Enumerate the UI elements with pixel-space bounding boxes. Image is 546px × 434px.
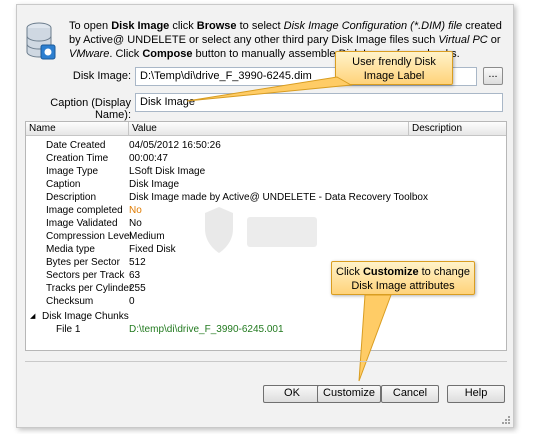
attributes-grid: Name Value Description Date Created 04/05…	[25, 121, 507, 351]
browse-button[interactable]: ...	[483, 67, 503, 85]
ok-button[interactable]: OK	[263, 385, 321, 403]
table-row[interactable]: Image completed No	[26, 204, 506, 217]
table-row[interactable]: Image Validated No	[26, 217, 506, 230]
label-hint-callout-pointer	[186, 76, 353, 102]
cancel-button[interactable]: Cancel	[381, 385, 439, 403]
customize-callout: Click Customize to change Disk Image att…	[331, 261, 475, 295]
divider	[25, 361, 507, 362]
customize-callout-pointer	[358, 294, 392, 382]
help-button[interactable]: Help	[447, 385, 505, 403]
file-path: D:\temp\di\drive_F_3990-6245.001	[129, 324, 284, 335]
collapse-toggle-icon[interactable]: ◢	[30, 310, 35, 323]
file-name: File 1	[56, 324, 81, 335]
table-row[interactable]: Creation Time 00:00:47	[26, 152, 506, 165]
table-row[interactable]: Image Type LSoft Disk Image	[26, 165, 506, 178]
table-row[interactable]: Date Created 04/05/2012 16:50:26	[26, 139, 506, 152]
column-header-description[interactable]: Description	[409, 122, 506, 136]
group-label: Disk Image Chunks	[42, 311, 129, 322]
column-header-value[interactable]: Value	[129, 122, 409, 136]
table-row[interactable]: Media type Fixed Disk	[26, 243, 506, 256]
disk-image-label: Disk Image:	[72, 70, 131, 82]
table-row-file[interactable]: File 1 D:\temp\di\drive_F_3990-6245.001	[26, 323, 506, 336]
table-row[interactable]: Checksum 0	[26, 295, 506, 308]
grid-header: Name Value Description	[26, 122, 506, 136]
customize-button[interactable]: Customize	[317, 385, 381, 403]
table-row[interactable]: Description Disk Image made by Active@ UN…	[26, 191, 506, 204]
column-header-name[interactable]: Name	[26, 122, 129, 136]
table-row[interactable]: Caption Disk Image	[26, 178, 506, 191]
caption-label: Caption (Display Name):	[50, 97, 131, 121]
database-icon	[26, 22, 56, 60]
resize-grip-icon[interactable]	[502, 416, 511, 425]
group-row-disk-image-chunks[interactable]: ◢ Disk Image Chunks	[26, 310, 506, 323]
disk-image-dialog: To open Disk Image click Browse to selec…	[16, 4, 514, 428]
table-row[interactable]: Compression Level Medium	[26, 230, 506, 243]
